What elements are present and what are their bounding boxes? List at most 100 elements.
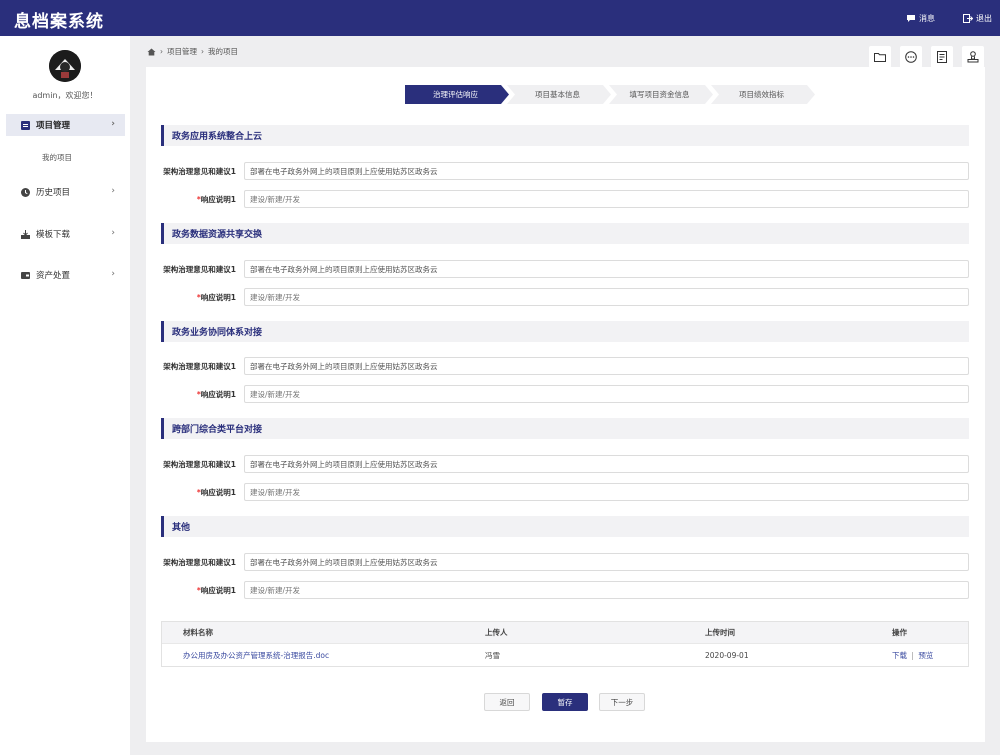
suggestion-input[interactable] xyxy=(244,260,969,278)
sidebar-item-history[interactable]: 历史项目 › xyxy=(6,181,125,203)
logout-label: 退出 xyxy=(976,14,992,23)
suggestion-row: 架构治理意见和建议1 xyxy=(161,357,969,375)
response-label: *响应说明1 xyxy=(196,390,236,399)
table-header: 材料名称 上传人 上传时间 操作 xyxy=(162,622,968,643)
column-header: 材料名称 xyxy=(183,628,213,637)
breadcrumb-separator: › xyxy=(160,47,163,56)
suggestion-row: 架构治理意见和建议1 xyxy=(161,260,969,278)
user-stamp-button[interactable] xyxy=(962,46,984,68)
action-separator: | xyxy=(911,650,914,660)
logout-button[interactable]: 退出 xyxy=(963,13,992,24)
messages-label: 消息 xyxy=(919,14,935,23)
suggestion-input[interactable] xyxy=(244,455,969,473)
project-icon xyxy=(21,120,30,130)
section-other: 其他 架构治理意见和建议1 *响应说明1 xyxy=(161,516,969,599)
response-input[interactable] xyxy=(244,581,969,599)
response-input[interactable] xyxy=(244,385,969,403)
sidebar: admin，欢迎您！ 项目管理 › 我的项目 历史项目 › 模板下载 › 资产处… xyxy=(0,36,130,755)
column-header: 上传人 xyxy=(485,628,508,637)
materials-table: 材料名称 上传人 上传时间 操作 办公用房及办公资产管理系统-治理报告.doc … xyxy=(161,621,969,667)
suggestion-label: 架构治理意见和建议1 xyxy=(163,460,236,469)
response-label: *响应说明1 xyxy=(196,488,236,497)
response-row: *响应说明1 xyxy=(161,190,969,208)
suggestion-label: 架构治理意见和建议1 xyxy=(163,558,236,567)
sidebar-item-label: 项目管理 xyxy=(36,121,71,131)
actions-cell: 下载 | 预览 xyxy=(892,650,933,661)
sidebar-item-label: 历史项目 xyxy=(36,188,71,198)
breadcrumb-item-my-projects: 我的项目 xyxy=(208,47,238,56)
asset-icon xyxy=(21,271,30,279)
home-icon[interactable] xyxy=(147,48,156,56)
section-cloud-integration: 政务应用系统整合上云 架构治理意见和建议1 *响应说明1 xyxy=(161,125,969,208)
messages-button[interactable]: 消息 xyxy=(906,13,935,24)
chevron-right-icon: › xyxy=(111,186,115,196)
main-card: 治理评估响应 项目基本信息 填写项目资金信息 项目绩效指标 政务应用系统整合上云… xyxy=(146,67,985,742)
response-label: *响应说明1 xyxy=(196,293,236,302)
document-icon xyxy=(937,51,947,63)
step-label: 治理评估响应 xyxy=(433,90,478,99)
breadcrumb: › 项目管理 › 我的项目 xyxy=(147,46,238,57)
response-row: *响应说明1 xyxy=(161,581,969,599)
uploader-cell: 冯雪 xyxy=(485,650,500,660)
section-title: 政务数据资源共享交换 xyxy=(161,223,969,244)
response-input[interactable] xyxy=(244,190,969,208)
step-label: 项目绩效指标 xyxy=(739,90,784,99)
chevron-right-icon: › xyxy=(111,119,115,129)
response-input[interactable] xyxy=(244,483,969,501)
suggestion-input[interactable] xyxy=(244,162,969,180)
response-label: *响应说明1 xyxy=(196,195,236,204)
folder-button[interactable] xyxy=(869,46,891,68)
sidebar-item-label: 模板下载 xyxy=(36,230,71,240)
step-label: 填写项目资金信息 xyxy=(629,90,690,99)
breadcrumb-separator: › xyxy=(201,47,204,56)
more-icon xyxy=(905,51,917,63)
more-button[interactable] xyxy=(900,46,922,68)
top-header: 息档案系统 消息 退出 xyxy=(0,0,1000,36)
sidebar-item-label: 资产处置 xyxy=(36,271,71,281)
history-icon xyxy=(21,187,30,197)
sidebar-subitem-my-projects[interactable]: 我的项目 xyxy=(42,152,72,163)
step-funding-info[interactable]: 填写项目资金信息 xyxy=(609,85,713,104)
chevron-right-icon: › xyxy=(111,269,115,279)
logout-icon xyxy=(963,14,973,23)
suggestion-row: 架构治理意见和建议1 xyxy=(161,162,969,180)
step-basic-info[interactable]: 项目基本信息 xyxy=(507,85,611,104)
file-name-link[interactable]: 办公用房及办公资产管理系统-治理报告.doc xyxy=(183,650,329,661)
response-row: *响应说明1 xyxy=(161,288,969,306)
download-icon xyxy=(21,229,30,239)
welcome-text: admin，欢迎您！ xyxy=(32,91,98,100)
chevron-right-icon: › xyxy=(111,228,115,238)
suggestion-label: 架构治理意见和建议1 xyxy=(163,265,236,274)
document-button[interactable] xyxy=(931,46,953,68)
step-label: 项目基本信息 xyxy=(535,90,580,99)
suggestion-input[interactable] xyxy=(244,357,969,375)
breadcrumb-item-project-management[interactable]: 项目管理 xyxy=(167,46,197,57)
response-row: *响应说明1 xyxy=(161,483,969,501)
response-row: *响应说明1 xyxy=(161,385,969,403)
next-step-button[interactable]: 下一步 xyxy=(599,693,645,711)
section-title: 其他 xyxy=(161,516,969,537)
section-title: 跨部门综合类平台对接 xyxy=(161,418,969,439)
message-icon xyxy=(907,15,915,22)
save-draft-button[interactable]: 暂存 xyxy=(542,693,588,711)
response-input[interactable] xyxy=(244,288,969,306)
app-title: 息档案系统 xyxy=(14,12,104,32)
step-governance-response[interactable]: 治理评估响应 xyxy=(405,85,509,104)
section-title: 政务业务协同体系对接 xyxy=(161,321,969,342)
suggestion-row: 架构治理意见和建议1 xyxy=(161,553,969,571)
step-performance-indicators[interactable]: 项目绩效指标 xyxy=(711,85,815,104)
download-link[interactable]: 下载 xyxy=(892,651,907,660)
avatar[interactable] xyxy=(49,50,81,82)
suggestion-label: 架构治理意见和建议1 xyxy=(163,167,236,176)
back-button[interactable]: 返回 xyxy=(484,693,530,711)
sidebar-item-asset-disposal[interactable]: 资产处置 › xyxy=(6,264,125,286)
section-business-collaboration: 政务业务协同体系对接 架构治理意见和建议1 *响应说明1 xyxy=(161,321,969,403)
preview-link[interactable]: 预览 xyxy=(918,651,933,660)
section-cross-department: 跨部门综合类平台对接 架构治理意见和建议1 *响应说明1 xyxy=(161,418,969,501)
sidebar-item-template-download[interactable]: 模板下载 › xyxy=(6,223,125,245)
sidebar-item-project-management[interactable]: 项目管理 › xyxy=(6,114,125,136)
column-header: 上传时间 xyxy=(705,628,735,637)
suggestion-input[interactable] xyxy=(244,553,969,571)
suggestion-label: 架构治理意见和建议1 xyxy=(163,362,236,371)
section-data-sharing: 政务数据资源共享交换 架构治理意见和建议1 *响应说明1 xyxy=(161,223,969,306)
